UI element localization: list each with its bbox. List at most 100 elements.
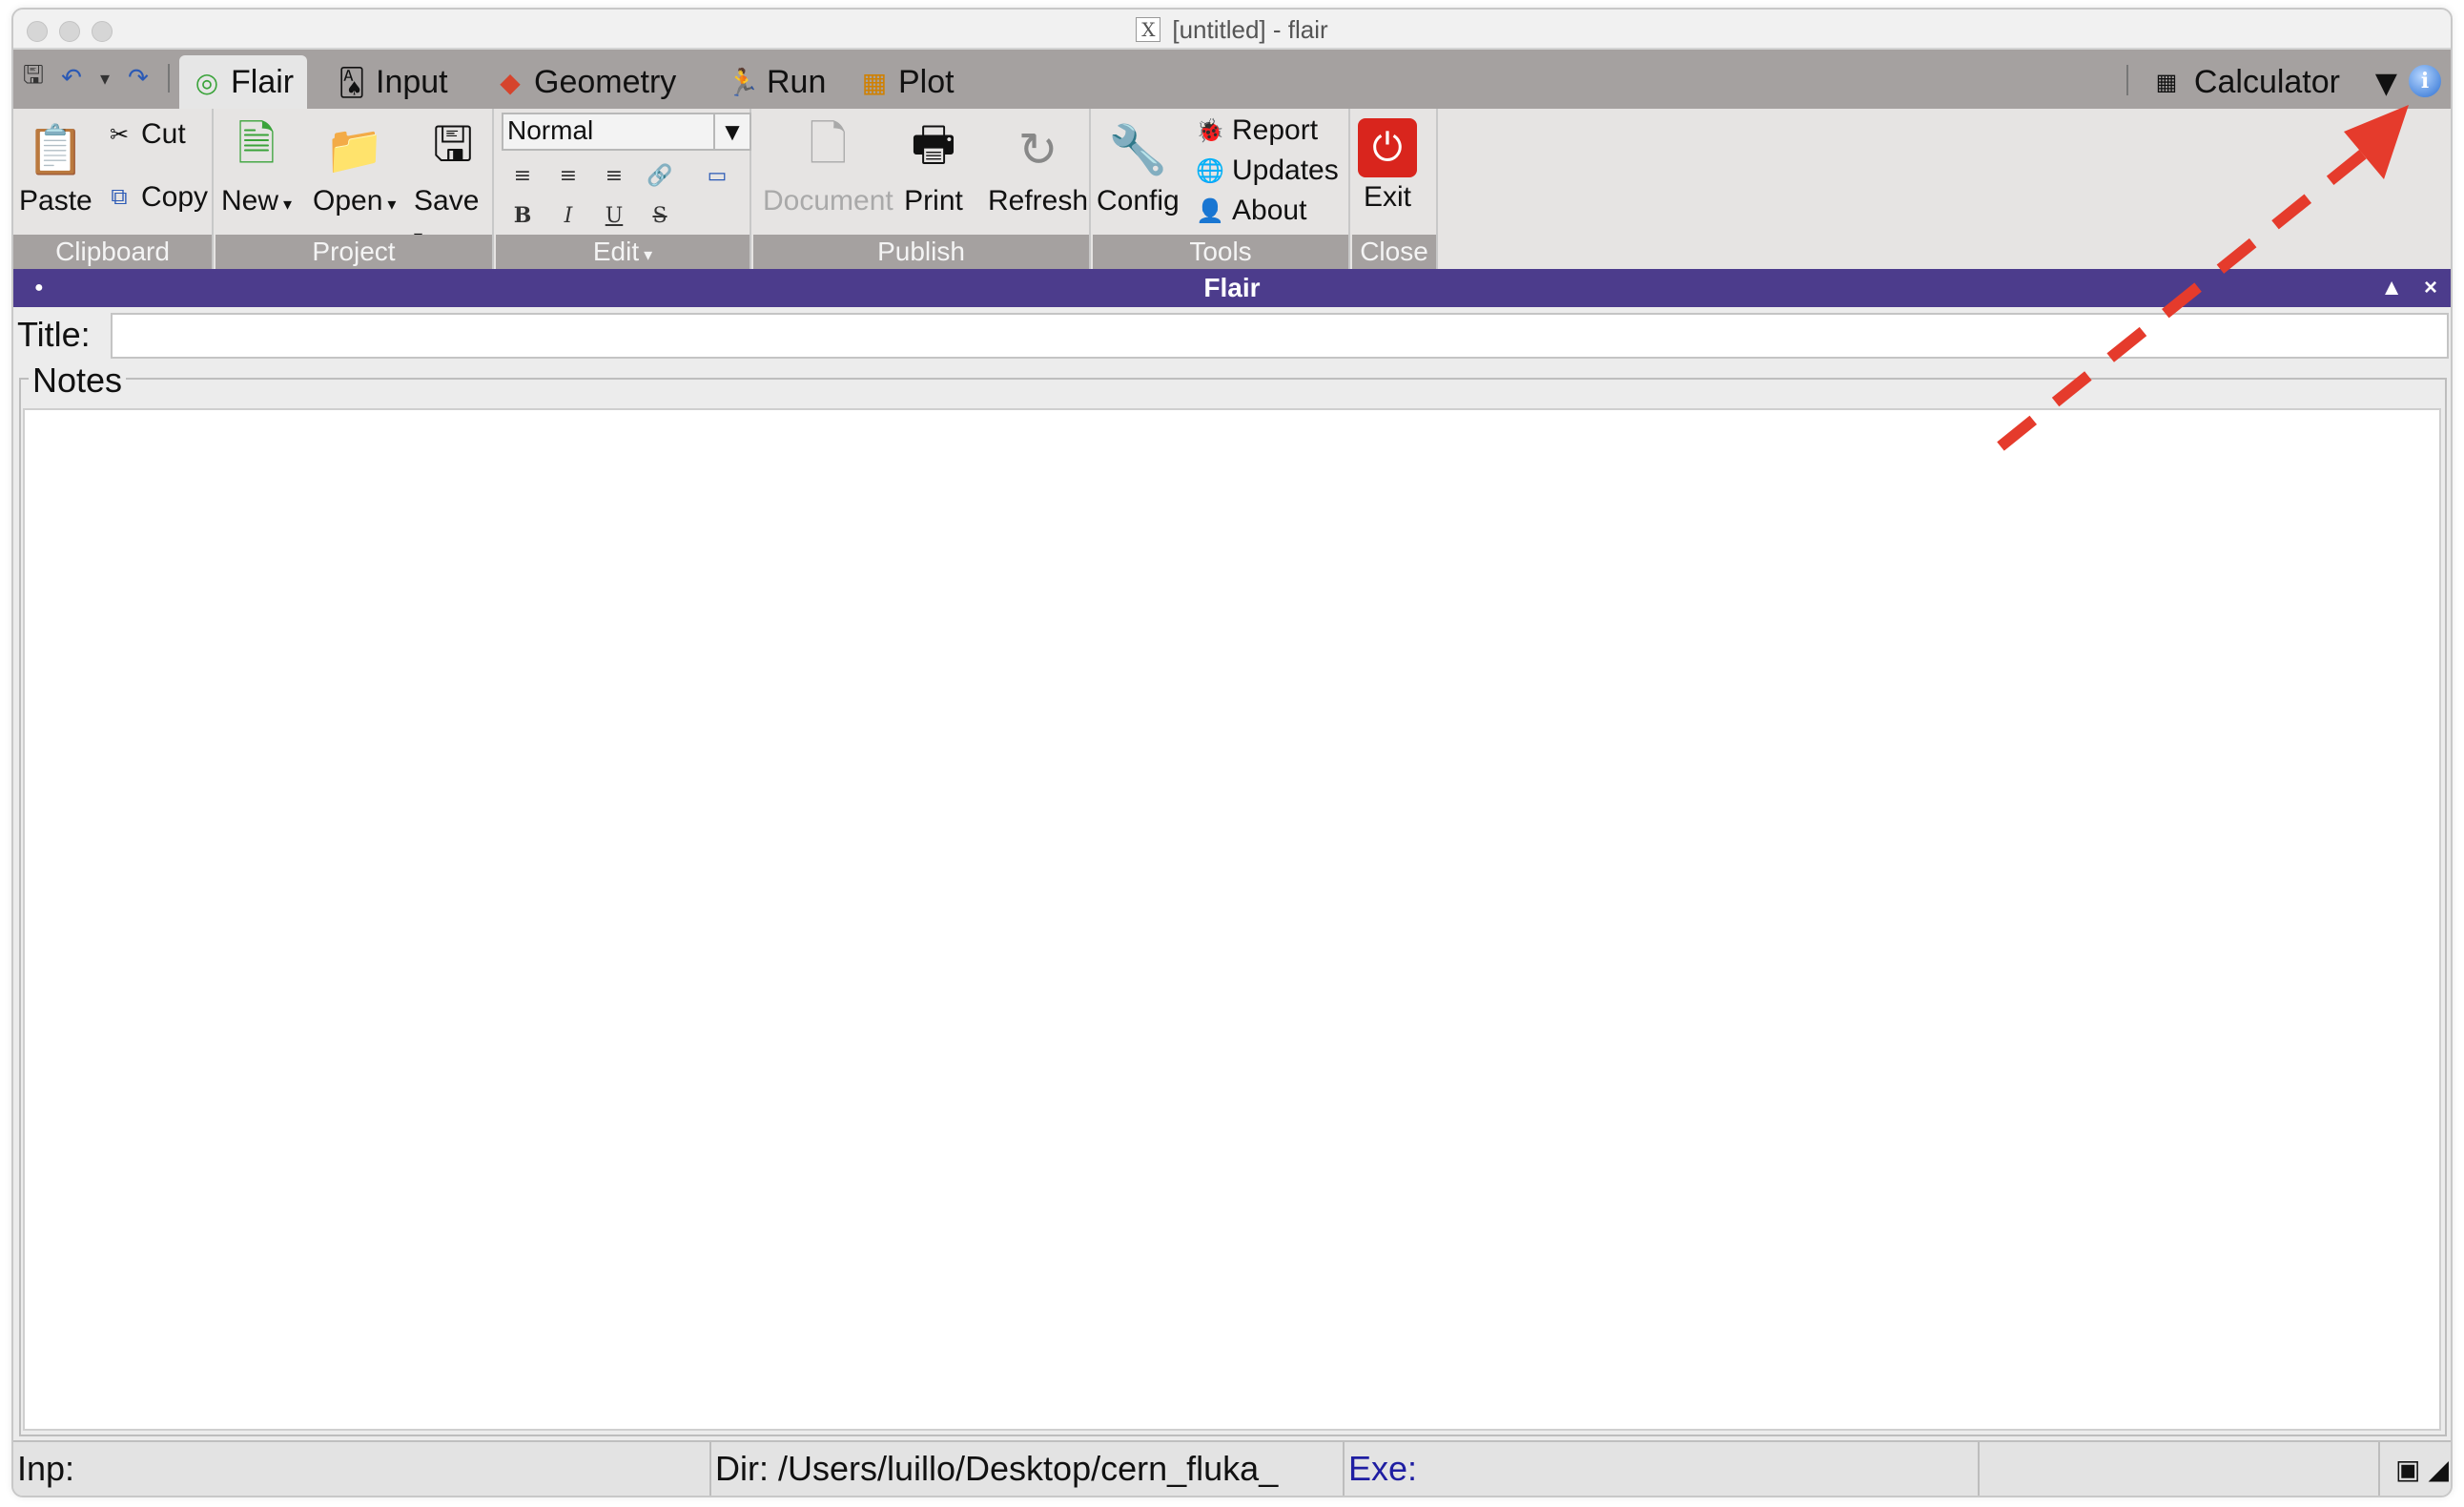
calculator-label: Calculator (2193, 63, 2340, 100)
toolbar-separator (2126, 65, 2128, 95)
publish-group: 🗋 Document 🖶 Print ↻ Refresh Publish (753, 109, 1091, 269)
group-label: Publish (753, 235, 1089, 269)
person-icon: 👤 (1196, 197, 1224, 224)
align-left-icon[interactable]: ≡ (505, 158, 540, 193)
group-label[interactable]: Edit ▾ (496, 235, 749, 269)
copy-button[interactable]: ⧉ Copy (105, 181, 208, 214)
print-button[interactable]: 🖶 Print (902, 116, 965, 217)
tab-label: Run (767, 63, 827, 100)
exit-button[interactable]: ⏻ Exit (1358, 118, 1417, 214)
save-button[interactable]: 🖫 Save ▾ (414, 116, 492, 250)
about-button[interactable]: 👤 About (1196, 195, 1306, 227)
globe-icon: 🌐 (1196, 157, 1224, 184)
app-window: X [untitled] - flair 🖫 ↶ ▾ ↷ ◎ Flair 🂡 I… (11, 8, 2453, 1497)
tab-geometry[interactable]: ◆ Geometry (483, 55, 689, 109)
edit-group: Normal ▼ ≡ ≡ ≡ 🔗 ▭ B I U S Edit ▾ (496, 109, 751, 269)
redo-icon[interactable]: ↷ (124, 63, 153, 93)
refresh-button[interactable]: ↻ Refresh (988, 118, 1088, 217)
folder-icon: 📁 (324, 122, 384, 176)
panel-title: Flair (1203, 273, 1261, 302)
open-button[interactable]: 📁 Open ▾ (313, 118, 396, 217)
dropdown-arrow-icon[interactable]: ▼ (2375, 67, 2397, 100)
document-button[interactable]: 🗋 Document (763, 116, 893, 217)
power-icon: ⏻ (1358, 118, 1417, 177)
run-icon: 🏃 (726, 67, 760, 97)
updates-button[interactable]: 🌐 Updates (1196, 155, 1339, 187)
status-extra (1980, 1442, 2380, 1496)
tab-input[interactable]: 🂡 Input (324, 55, 462, 109)
tab-bar: 🖫 ↶ ▾ ↷ ◎ Flair 🂡 Input ◆ Geometry 🏃 Run… (13, 50, 2451, 109)
link-icon[interactable]: 🔗 (643, 158, 677, 193)
undo-icon[interactable]: ↶ (57, 63, 86, 93)
calculator-button[interactable]: ▦ Calculator (2152, 55, 2340, 109)
bold-icon[interactable]: B (505, 198, 540, 233)
window-title: [untitled] - flair (1172, 14, 1328, 44)
wrench-icon: 🔧 (1108, 122, 1168, 176)
document-icon: 🗋 (809, 116, 848, 171)
terminal-icon[interactable]: ▣ (2395, 1454, 2420, 1485)
tab-label: Geometry (534, 63, 677, 100)
bug-icon: 🐞 (1196, 117, 1224, 144)
save-icon[interactable]: 🖫 (19, 61, 48, 93)
status-bar: Inp: Dir: /Users/luillo/Desktop/cern_flu… (13, 1440, 2451, 1496)
scissors-icon: ✂ (109, 121, 130, 148)
undo-dropdown-icon[interactable]: ▾ (95, 63, 114, 93)
toolbar-separator (168, 64, 170, 93)
group-label: Clipboard (13, 235, 212, 269)
italic-icon[interactable]: I (551, 198, 585, 233)
notes-textarea[interactable] (23, 408, 2441, 1431)
plot-icon: ▦ (861, 67, 888, 97)
save-project-icon: 🖫 (432, 116, 474, 171)
new-button[interactable]: 🗎 New ▾ (221, 116, 292, 217)
clipboard-group: 📋 Paste ✂ Cut ⧉ Copy Clipboard (13, 109, 214, 269)
style-select[interactable]: Normal ▼ (502, 113, 751, 151)
group-label: Tools (1093, 235, 1348, 269)
ribbon: 📋 Paste ✂ Cut ⧉ Copy Clipboard 🗎 New ▾ 📁… (13, 109, 2451, 269)
tools-group: 🔧 Config 🐞 Report 🌐 Updates 👤 About Tool… (1093, 109, 1350, 269)
quick-access-toolbar: 🖫 ↶ ▾ ↷ (19, 61, 175, 93)
resize-grip-icon[interactable]: ◢ (2428, 1454, 2449, 1485)
x11-icon: X (1136, 17, 1161, 42)
group-label: Project (216, 235, 492, 269)
refresh-icon: ↻ (1017, 123, 1058, 176)
tab-plot[interactable]: ▦ Plot (847, 55, 968, 109)
flair-icon: ◎ (195, 67, 219, 97)
group-label: Close (1352, 235, 1436, 269)
info-icon[interactable]: i (2409, 65, 2441, 97)
align-center-icon[interactable]: ≡ (551, 158, 585, 193)
tab-flair[interactable]: ◎ Flair (179, 55, 308, 109)
printer-icon: 🖶 (911, 116, 956, 171)
paste-button[interactable]: 📋 Paste (19, 118, 92, 217)
copy-icon: ⧉ (111, 184, 128, 210)
config-button[interactable]: 🔧 Config (1097, 118, 1180, 217)
tab-label: Input (376, 63, 448, 100)
notes-label: Notes (29, 361, 127, 401)
title-input[interactable] (111, 313, 2449, 359)
calculator-icon: ▦ (2155, 69, 2178, 95)
strikethrough-icon[interactable]: S (643, 198, 677, 233)
dropdown-arrow-icon[interactable]: ▼ (713, 114, 749, 149)
title-label: Title: (17, 315, 91, 354)
close-group: ⏻ Exit Close (1352, 109, 1438, 269)
align-right-icon[interactable]: ≡ (597, 158, 631, 193)
paste-icon: 📋 (26, 122, 86, 176)
cut-button[interactable]: ✂ Cut (105, 118, 186, 151)
underline-icon[interactable]: U (597, 198, 631, 233)
title-row: Title: (13, 307, 2451, 361)
panel-header: ● Flair ▲ × (13, 269, 2451, 307)
geometry-icon: ◆ (500, 67, 521, 97)
status-exe: Exe: (1345, 1442, 1980, 1496)
report-button[interactable]: 🐞 Report (1196, 114, 1318, 147)
input-icon: 🂡 (338, 67, 366, 97)
status-inp: Inp: (13, 1442, 711, 1496)
status-dir: Dir: /Users/luillo/Desktop/cern_fluka_ (711, 1442, 1345, 1496)
image-icon[interactable]: ▭ (700, 158, 734, 193)
close-panel-icon[interactable]: × (2424, 269, 2437, 307)
tab-run[interactable]: 🏃 Run (715, 55, 839, 109)
tab-label: Flair (231, 63, 295, 100)
maximize-panel-icon[interactable]: ▲ (2380, 269, 2403, 307)
tab-label: Plot (898, 63, 955, 100)
title-bar: X [untitled] - flair (13, 10, 2451, 50)
new-project-icon: 🗎 (236, 116, 277, 171)
project-group: 🗎 New ▾ 📁 Open ▾ 🖫 Save ▾ Project (216, 109, 494, 269)
